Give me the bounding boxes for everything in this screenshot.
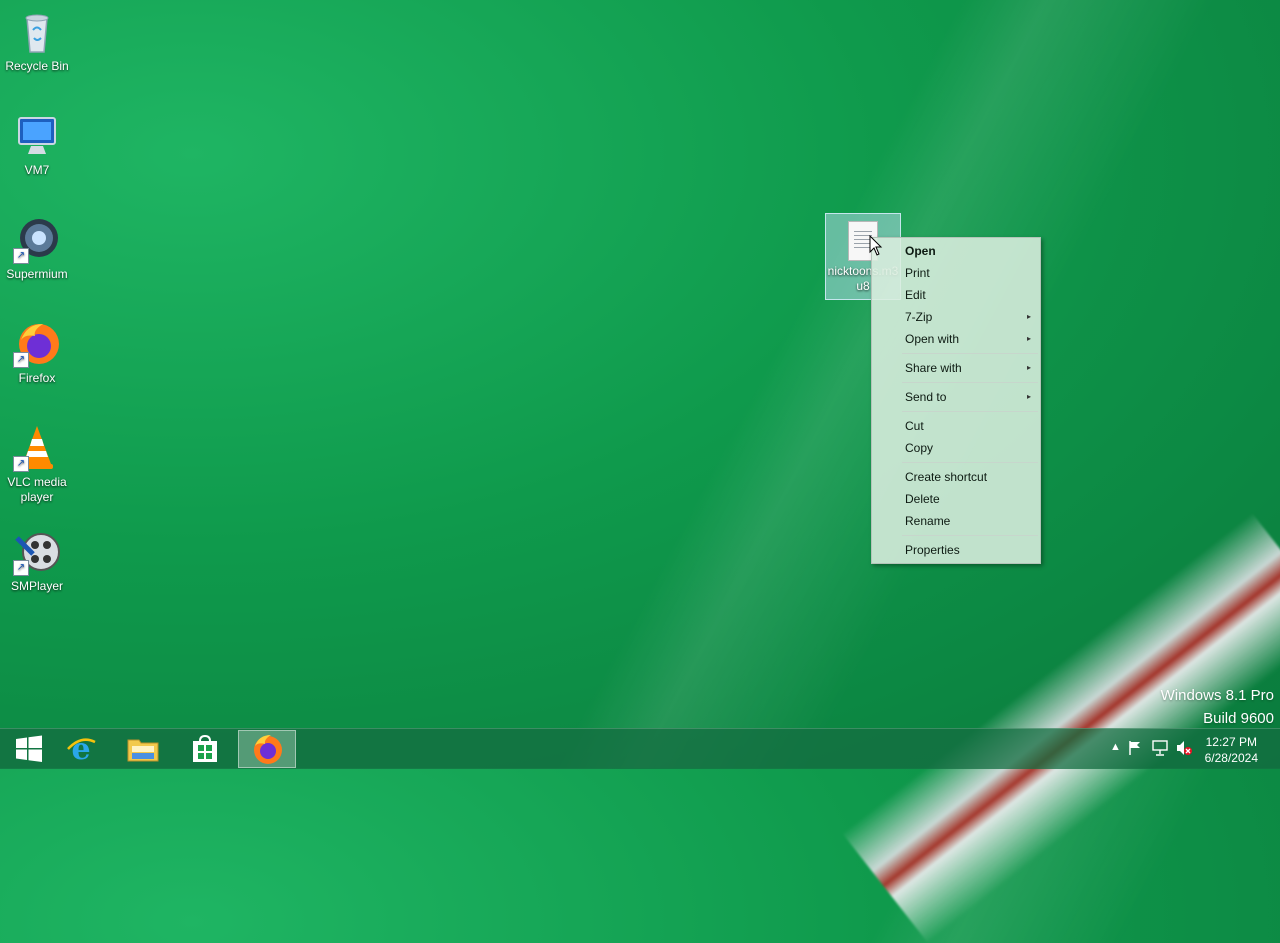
menu-item-copy[interactable]: Copy (872, 437, 1040, 459)
taskbar-file-explorer[interactable] (114, 730, 172, 768)
desktop-icon-vlc[interactable]: ↗ VLC media player (2, 424, 72, 505)
submenu-arrow-icon: ▸ (1026, 334, 1031, 343)
context-menu: Open Print Edit 7-Zip ▸ Open with ▸ Share … (871, 237, 1041, 564)
windows-logo-icon (16, 735, 42, 762)
action-center-flag-icon[interactable] (1128, 740, 1142, 759)
menu-item-7zip[interactable]: 7-Zip ▸ (872, 306, 1040, 328)
clock-time: 12:27 PM (1205, 735, 1257, 749)
clock-date: 6/28/2024 (1204, 751, 1258, 765)
menu-item-label: Rename (905, 514, 951, 528)
menu-item-properties[interactable]: Properties (872, 539, 1040, 561)
menu-item-label: Create shortcut (905, 470, 988, 484)
internet-explorer-icon: e (67, 733, 96, 765)
watermark-build: Build 9600 (1203, 710, 1274, 727)
desktop-icon-supermium[interactable]: ↗ Supermium (2, 216, 72, 282)
taskbar: e ▲ 12:27 PM 6/28/2024 (0, 728, 1280, 769)
shortcut-arrow-icon: ↗ (13, 456, 29, 472)
system-tray: ▲ 12:27 PM 6/28/2024 (1100, 729, 1280, 769)
menu-separator (902, 353, 1038, 354)
volume-muted-icon[interactable] (1176, 740, 1192, 759)
menu-item-edit[interactable]: Edit (872, 284, 1040, 306)
taskbar-store[interactable] (176, 730, 234, 768)
folder-icon (127, 739, 159, 762)
menu-item-label: Copy (905, 441, 934, 455)
windows-version-watermark: Windows 8.1 Pro Build 9600 (1161, 684, 1274, 730)
desktop-icon-recycle-bin[interactable]: Recycle Bin (2, 8, 72, 74)
taskbar-clock[interactable]: 12:27 PM 6/28/2024 (1205, 734, 1258, 766)
shortcut-arrow-icon: ↗ (13, 248, 29, 264)
shortcut-arrow-icon: ↗ (13, 352, 29, 368)
taskbar-internet-explorer[interactable]: e (52, 730, 110, 768)
menu-item-label: Edit (905, 288, 926, 302)
menu-item-label: 7-Zip (905, 310, 933, 324)
menu-item-label: Share with (905, 361, 962, 375)
menu-item-delete[interactable]: Delete (872, 488, 1040, 510)
supermium-icon: ↗ (13, 216, 61, 264)
show-hidden-icons-icon[interactable]: ▲ (1110, 741, 1121, 753)
menu-separator (902, 411, 1038, 412)
menu-item-share-with[interactable]: Share with ▸ (872, 357, 1040, 379)
start-button[interactable] (0, 730, 58, 768)
submenu-arrow-icon: ▸ (1026, 392, 1031, 401)
menu-item-label: Send to (905, 390, 947, 404)
smplayer-icon: ↗ (13, 528, 61, 576)
desktop-icon-label: Supermium (6, 267, 68, 281)
menu-item-label: Properties (905, 543, 960, 557)
computer-icon (13, 112, 61, 160)
menu-item-label: Cut (905, 419, 924, 433)
menu-item-create-shortcut[interactable]: Create shortcut (872, 466, 1040, 488)
shortcut-arrow-icon: ↗ (13, 560, 29, 576)
desktop-icon-smplayer[interactable]: ↗ SMPlayer (2, 528, 72, 594)
submenu-arrow-icon: ▸ (1026, 363, 1031, 372)
menu-item-open-with[interactable]: Open with ▸ (872, 328, 1040, 350)
store-icon (193, 735, 217, 762)
submenu-arrow-icon: ▸ (1026, 312, 1031, 321)
desktop-icon-firefox[interactable]: ↗ Firefox (2, 320, 72, 386)
menu-item-label: Open with (905, 332, 960, 346)
network-icon[interactable] (1152, 740, 1168, 759)
desktop-icon-label: Firefox (18, 371, 56, 385)
menu-item-send-to[interactable]: Send to ▸ (872, 386, 1040, 408)
taskbar-firefox[interactable] (238, 730, 296, 768)
desktop-icon-label: Recycle Bin (5, 59, 69, 73)
menu-item-rename[interactable]: Rename (872, 510, 1040, 532)
firefox-icon: ↗ (13, 320, 61, 368)
menu-separator (902, 382, 1038, 383)
menu-item-label: Print (905, 266, 930, 280)
firefox-icon (254, 735, 282, 764)
menu-item-label: Open (905, 244, 936, 258)
menu-item-open[interactable]: Open (872, 240, 1040, 262)
menu-item-cut[interactable]: Cut (872, 415, 1040, 437)
menu-separator (902, 535, 1038, 536)
desktop-icon-label: VLC media player (7, 475, 67, 504)
desktop-icon-vm7[interactable]: VM7 (2, 112, 72, 178)
desktop-icon-label: SMPlayer (10, 579, 63, 593)
menu-item-print[interactable]: Print (872, 262, 1040, 284)
desktop-icon-label: VM7 (24, 163, 50, 177)
svg-text:e: e (71, 733, 90, 765)
menu-separator (902, 462, 1038, 463)
vlc-icon: ↗ (13, 424, 61, 472)
recycle-bin-icon (13, 8, 61, 56)
menu-item-label: Delete (905, 492, 940, 506)
watermark-edition: Windows 8.1 Pro (1160, 687, 1274, 704)
